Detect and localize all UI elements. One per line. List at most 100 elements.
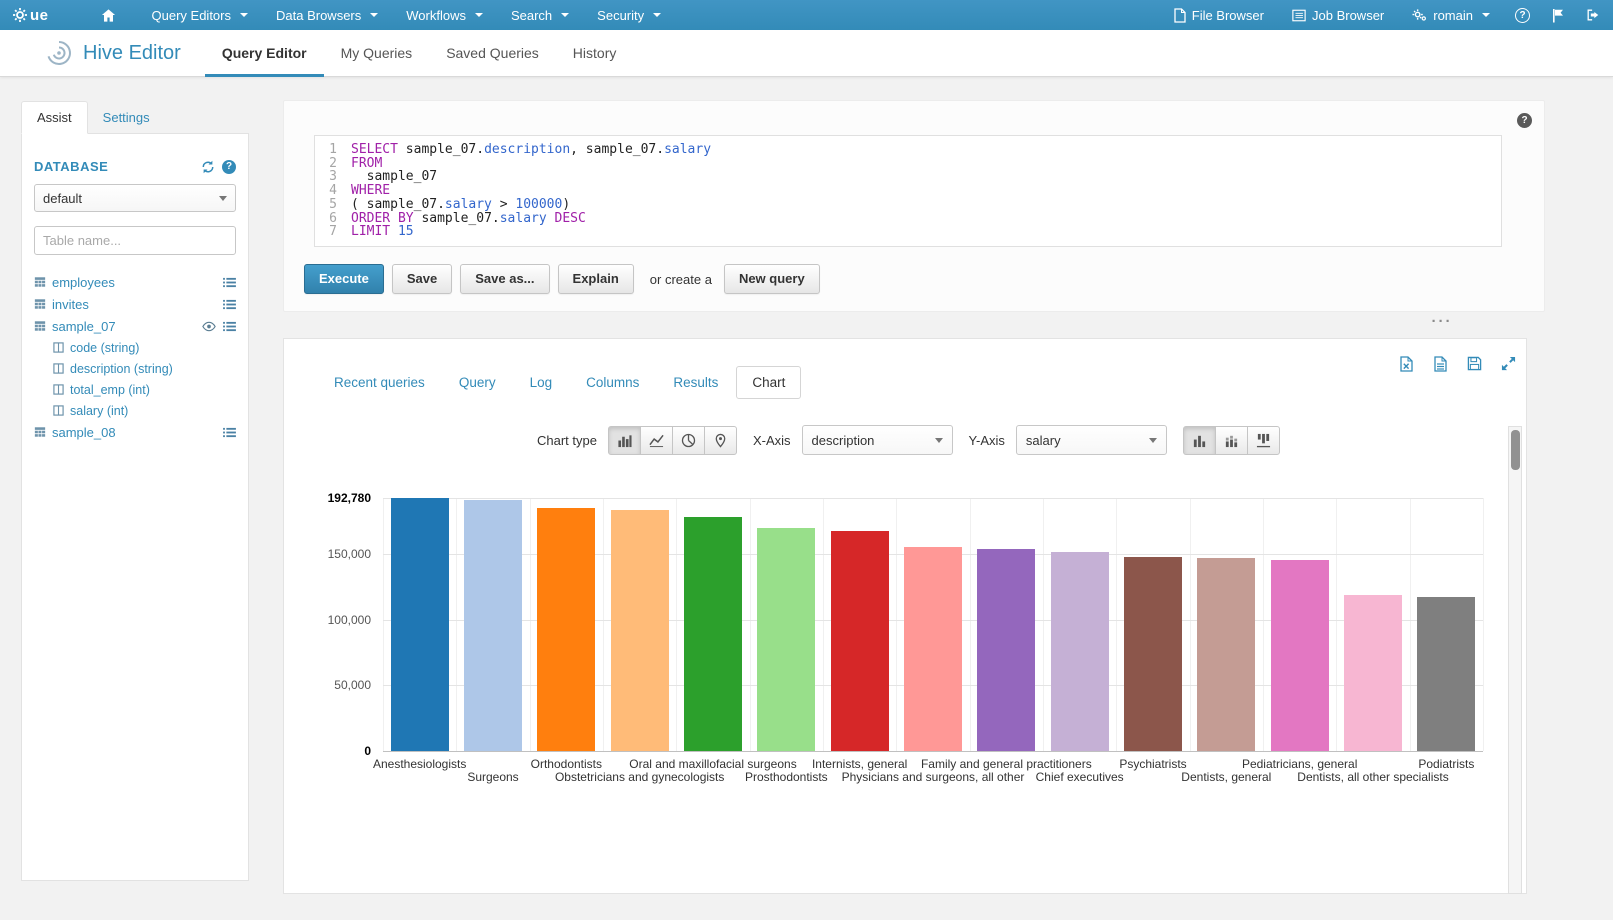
app-title[interactable]: Hive Editor xyxy=(44,38,181,68)
bar[interactable] xyxy=(1344,595,1402,751)
editor-buttons: Execute Save Save as... Explain or creat… xyxy=(304,264,828,294)
x-axis-tick-label: Orthodontists xyxy=(531,757,602,771)
column-item[interactable]: salary (int) xyxy=(34,400,236,421)
bar[interactable] xyxy=(757,528,815,751)
scrollbar[interactable] xyxy=(1508,426,1522,894)
help-button[interactable]: ? xyxy=(1504,0,1541,30)
chart-layer: 192,780150,000100,00050,0000Anesthesiolo… xyxy=(284,339,1528,895)
bar[interactable] xyxy=(1197,558,1255,751)
logout-button[interactable] xyxy=(1575,0,1613,30)
menu-workflows[interactable]: Workflows xyxy=(392,0,497,30)
tab-history[interactable]: History xyxy=(556,30,634,77)
gridline xyxy=(1483,498,1484,751)
gutter: 1234567 xyxy=(315,136,343,246)
bar[interactable] xyxy=(1124,557,1182,751)
table-item-invites[interactable]: invites xyxy=(34,293,236,315)
file-browser-button[interactable]: File Browser xyxy=(1160,0,1278,30)
menu-search[interactable]: Search xyxy=(497,0,583,30)
x-axis-tick-label: Dentists, all other specialists xyxy=(1297,770,1448,784)
bar[interactable] xyxy=(1271,560,1329,751)
gridline xyxy=(1410,498,1411,751)
column-item[interactable]: code (string) xyxy=(34,337,236,358)
job-browser-button[interactable]: Job Browser xyxy=(1278,0,1398,30)
column-item[interactable]: description (string) xyxy=(34,358,236,379)
table-item-employees[interactable]: employees xyxy=(34,271,236,293)
tab-query-editor[interactable]: Query Editor xyxy=(205,30,324,77)
app-header: Hive Editor Query Editor My Queries Save… xyxy=(0,30,1613,77)
save-as-button[interactable]: Save as... xyxy=(460,264,549,294)
bar[interactable] xyxy=(977,549,1035,751)
table-icon xyxy=(34,320,46,332)
bar[interactable] xyxy=(1417,597,1475,751)
gridline xyxy=(1263,498,1264,751)
bar[interactable] xyxy=(611,510,669,751)
refresh-icon[interactable] xyxy=(201,160,215,174)
list-icon[interactable] xyxy=(223,277,236,288)
database-select[interactable]: default xyxy=(34,184,236,212)
bar[interactable] xyxy=(391,498,449,751)
results-card: Recent queries Query Log Columns Results… xyxy=(283,338,1527,894)
x-axis-tick-label: Surgeons xyxy=(467,770,518,784)
gear-icon xyxy=(12,7,28,23)
tab-assist[interactable]: Assist xyxy=(21,101,88,134)
gridline xyxy=(1043,498,1044,751)
query-editor-card: ? 1234567 SELECT sample_07.description, … xyxy=(283,100,1545,312)
assist-help-icon[interactable]: ? xyxy=(222,160,236,174)
menu-security[interactable]: Security xyxy=(583,0,675,30)
bar[interactable] xyxy=(684,517,742,751)
y-axis-tick-label: 192,780 xyxy=(284,491,371,505)
column-icon xyxy=(53,342,64,353)
editor-help-icon[interactable]: ? xyxy=(1517,113,1532,128)
x-axis-tick-label: Family and general practitioners xyxy=(921,757,1092,771)
tab-settings[interactable]: Settings xyxy=(88,102,165,133)
new-query-button[interactable]: New query xyxy=(724,264,820,294)
gears-icon xyxy=(1412,8,1427,22)
gridline xyxy=(456,498,457,751)
menu-data-browsers[interactable]: Data Browsers xyxy=(262,0,392,30)
list-icon[interactable] xyxy=(223,321,236,332)
code-lines[interactable]: SELECT sample_07.description, sample_07.… xyxy=(343,136,1501,246)
list-icon[interactable] xyxy=(223,427,236,438)
x-axis-tick-label: Oral and maxillofacial surgeons xyxy=(629,757,796,771)
top-navbar: ue Query Editors Data Browsers Workflows… xyxy=(0,0,1613,30)
bar[interactable] xyxy=(904,547,962,751)
bar[interactable] xyxy=(464,500,522,751)
gridline xyxy=(970,498,971,751)
table-item-sample_08[interactable]: sample_08 xyxy=(34,421,236,443)
x-axis-tick-label: Prosthodontists xyxy=(745,770,828,784)
resize-grip[interactable]: ··· xyxy=(1420,313,1464,330)
chevron-down-icon xyxy=(1482,13,1490,17)
y-axis-tick-label: 150,000 xyxy=(284,547,371,561)
table-search-input[interactable] xyxy=(34,226,236,255)
tab-saved-queries[interactable]: Saved Queries xyxy=(429,30,556,77)
hue-logo[interactable]: ue xyxy=(0,7,59,24)
tab-my-queries[interactable]: My Queries xyxy=(324,30,430,77)
gridline xyxy=(750,498,751,751)
table-item-sample_07[interactable]: sample_07 xyxy=(34,315,236,337)
feedback-button[interactable] xyxy=(1541,0,1575,30)
x-axis-tick-label: Physicians and surgeons, all other xyxy=(842,770,1025,784)
explain-button[interactable]: Explain xyxy=(558,264,634,294)
sql-editor[interactable]: 1234567 SELECT sample_07.description, sa… xyxy=(314,135,1502,247)
home-icon xyxy=(101,8,116,23)
bar[interactable] xyxy=(1051,552,1109,751)
gridline xyxy=(383,498,384,751)
x-axis-tick-label: Internists, general xyxy=(812,757,907,771)
page-title: Hive Editor xyxy=(83,42,181,65)
execute-button[interactable]: Execute xyxy=(304,264,384,294)
menu-query-editors[interactable]: Query Editors xyxy=(138,0,262,30)
bar[interactable] xyxy=(831,531,889,751)
table-icon xyxy=(34,276,46,288)
y-axis-tick-label: 100,000 xyxy=(284,613,371,627)
gridline xyxy=(1116,498,1117,751)
x-axis-tick-label: Chief executives xyxy=(1036,770,1124,784)
eye-icon[interactable] xyxy=(202,321,216,332)
bar[interactable] xyxy=(537,508,595,751)
list-icon[interactable] xyxy=(223,299,236,310)
user-menu[interactable]: romain xyxy=(1398,0,1504,30)
column-item[interactable]: total_emp (int) xyxy=(34,379,236,400)
home-button[interactable] xyxy=(87,0,130,30)
database-label: DATABASE xyxy=(34,159,108,174)
save-button[interactable]: Save xyxy=(392,264,452,294)
scrollbar-thumb[interactable] xyxy=(1511,430,1520,470)
